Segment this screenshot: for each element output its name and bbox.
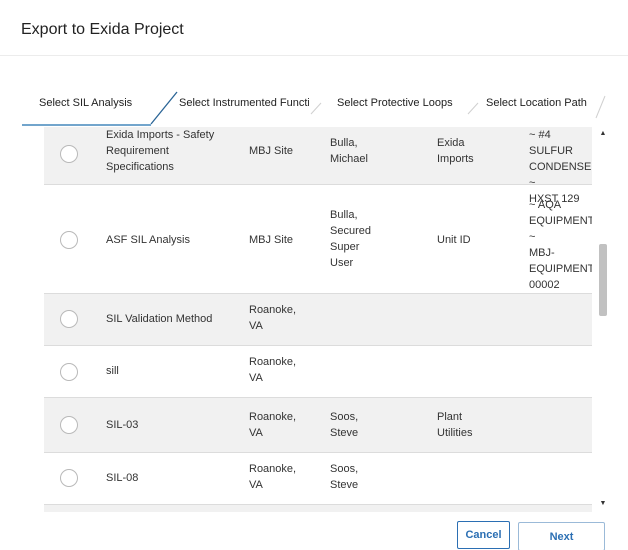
scrollbar-thumb[interactable] xyxy=(599,244,607,316)
unit-name: Unit ID xyxy=(437,234,471,246)
row-radio-button[interactable] xyxy=(60,416,78,434)
step-divider xyxy=(150,91,178,125)
owner-name: Bulla, Secured Super User xyxy=(330,209,371,269)
owner-name: Soos, Steve xyxy=(330,411,359,439)
step-select-location-path[interactable]: Select Location Path xyxy=(486,97,596,109)
dialog-title: Export to Exida Project xyxy=(21,21,184,38)
dialog-header: Export to Exida Project xyxy=(0,0,628,56)
unit-name: Plant Utilities xyxy=(437,411,473,439)
sil-analysis-name: SIL-08 xyxy=(106,472,139,484)
step-divider xyxy=(595,95,606,119)
scroll-up-arrow-icon[interactable]: ▲ xyxy=(597,129,609,139)
list-scrollbar[interactable]: ▲ ▼ xyxy=(597,127,609,512)
owner-name: Soos, Steve xyxy=(330,463,359,491)
sil-analysis-list: Exida Imports - Safety Requirement Specifi… xyxy=(44,127,592,512)
scrollbar-track[interactable] xyxy=(599,141,607,497)
list-row[interactable]: SIL Validation Method Roanoke, VA xyxy=(44,294,592,346)
site-name: Roanoke, VA xyxy=(249,304,297,332)
site-name: MBJ Site xyxy=(249,234,294,246)
list-row-partial xyxy=(44,505,592,512)
sil-analysis-name: Exida Imports - Safety Requirement Specifi… xyxy=(106,129,215,173)
step-divider xyxy=(310,102,322,115)
row-radio-button[interactable] xyxy=(60,145,78,163)
row-radio-button[interactable] xyxy=(60,231,78,249)
sil-analysis-name: ASF SIL Analysis xyxy=(106,234,190,246)
step-select-protective-loops[interactable]: Select Protective Loops xyxy=(337,97,467,109)
row-radio-button[interactable] xyxy=(60,363,78,381)
row-radio-button[interactable] xyxy=(60,310,78,328)
owner-name: Bulla, Michael xyxy=(330,137,368,165)
wizard-steps: Select SIL Analysis Select Instrumented … xyxy=(22,86,612,126)
list-row[interactable]: sill Roanoke, VA xyxy=(44,346,592,398)
location-path: ~ AQA EQUIPMENT ~ MBJ- EQUIPMENT- 00002 xyxy=(529,199,592,291)
sil-analysis-name: SIL-03 xyxy=(106,419,139,431)
cancel-button[interactable]: Cancel xyxy=(457,521,510,549)
next-button[interactable]: Next xyxy=(518,522,605,550)
site-name: Roanoke, VA xyxy=(249,356,297,384)
list-row[interactable]: ASF SIL Analysis MBJ Site Bulla, Secured S… xyxy=(44,185,592,294)
step-divider xyxy=(467,102,479,115)
scroll-down-arrow-icon[interactable]: ▼ xyxy=(597,499,609,509)
list-row[interactable]: Exida Imports - Safety Requirement Specifi… xyxy=(44,127,592,205)
list-row[interactable]: SIL-03 Roanoke, VA Soos, Steve Plant Utilit… xyxy=(44,398,592,453)
site-name: Roanoke, VA xyxy=(249,463,297,491)
sil-analysis-name: sill xyxy=(106,365,119,377)
step-select-instrumented-function[interactable]: Select Instrumented Functio... xyxy=(179,97,309,109)
site-name: MBJ Site xyxy=(249,145,294,157)
row-radio-button[interactable] xyxy=(60,469,78,487)
sil-analysis-name: SIL Validation Method xyxy=(106,313,213,325)
unit-name: Exida Imports xyxy=(437,137,474,165)
step-select-sil-analysis[interactable]: Select SIL Analysis xyxy=(39,97,149,109)
site-name: Roanoke, VA xyxy=(249,411,297,439)
list-row[interactable]: SIL-08 Roanoke, VA Soos, Steve xyxy=(44,453,592,505)
